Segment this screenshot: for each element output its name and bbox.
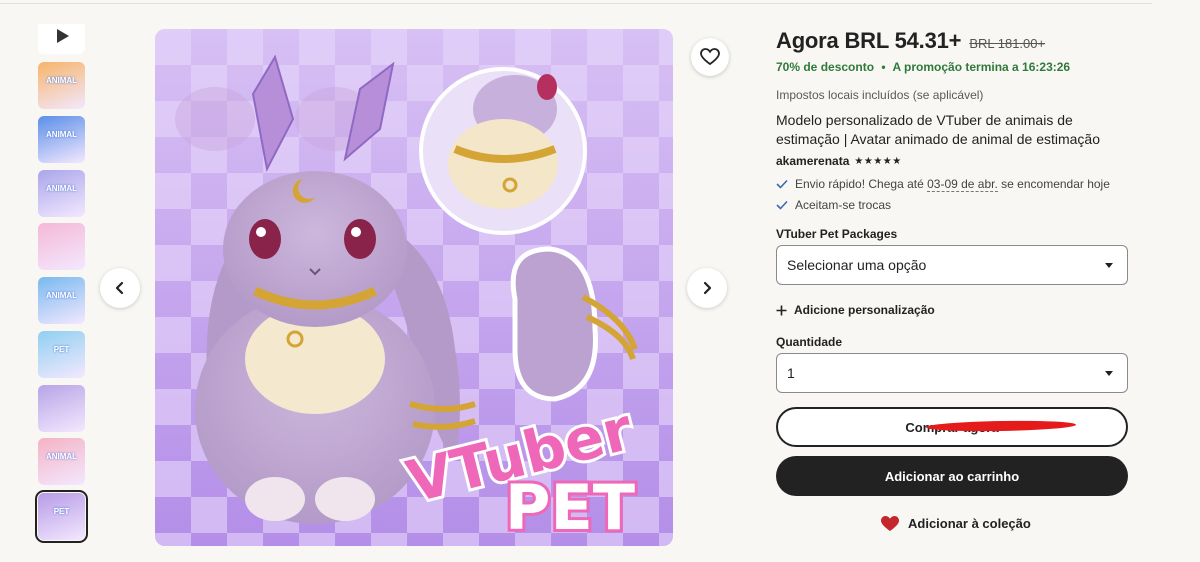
variation-label: VTuber Pet Packages <box>776 227 898 241</box>
add-to-cart-label: Adicionar ao carrinho <box>884 468 1020 484</box>
thumbnail-label: ANIMAL <box>45 76 78 85</box>
add-to-cart-button[interactable]: Adicionar ao carrinho <box>776 456 1128 496</box>
thumbnail-label: ANIMAL <box>45 130 78 139</box>
thumbnail-label: PET <box>53 507 70 516</box>
quantity-label: Quantidade <box>776 335 843 349</box>
caret-down-icon <box>1105 371 1113 376</box>
thumbnail-label: PET <box>53 345 70 354</box>
thumbnail-image[interactable]: ANIMAL <box>38 277 85 324</box>
thumbnail-label: ANIMAL <box>45 452 78 461</box>
thumbnail-image[interactable]: PET <box>35 490 88 543</box>
favorite-button[interactable] <box>691 38 729 76</box>
thumbnail-image[interactable] <box>38 385 85 432</box>
caret-down-icon <box>1105 263 1113 268</box>
next-image-button[interactable] <box>687 268 727 308</box>
previous-image-button[interactable] <box>100 268 140 308</box>
thumbnail-image[interactable]: ANIMAL <box>38 438 85 485</box>
play-icon <box>57 29 69 43</box>
variation-select[interactable]: Selecionar uma opção <box>776 245 1128 285</box>
chevron-right-icon <box>703 281 712 295</box>
vtuber-pet-artwork: VTuber PET <box>155 29 673 546</box>
thumbnail-label: ANIMAL <box>45 291 78 300</box>
add-personalization-button[interactable]: Adicione personalização <box>776 303 935 317</box>
thumbnail-video[interactable] <box>38 24 85 54</box>
add-to-collection-label: Adicionar à coleção <box>908 516 1031 531</box>
buy-now-button[interactable]: Comprar agora <box>776 407 1128 447</box>
heart-outline-icon <box>700 48 720 66</box>
thumbnail-label: ANIMAL <box>45 184 78 193</box>
artwork-title-line2: PET <box>505 471 635 544</box>
thumbnail-image[interactable]: PET <box>38 331 85 378</box>
heart-filled-icon <box>881 516 899 531</box>
quantity-select-value: 1 <box>787 365 795 381</box>
thumbnail-image[interactable] <box>38 223 85 270</box>
quantity-select[interactable]: 1 <box>776 353 1128 393</box>
add-personalization-label: Adicione personalização <box>794 303 935 317</box>
plus-icon <box>776 305 787 315</box>
variation-select-value: Selecionar uma opção <box>787 257 927 273</box>
thumbnail-image[interactable]: ANIMAL <box>38 62 85 109</box>
thumbnail-image[interactable]: ANIMAL <box>38 170 85 217</box>
add-to-collection-button[interactable]: Adicionar à coleção <box>880 515 1031 532</box>
main-product-image[interactable]: VTuber PET <box>155 29 673 546</box>
thumbnail-image[interactable]: ANIMAL <box>38 116 85 163</box>
chevron-left-icon <box>115 281 124 295</box>
